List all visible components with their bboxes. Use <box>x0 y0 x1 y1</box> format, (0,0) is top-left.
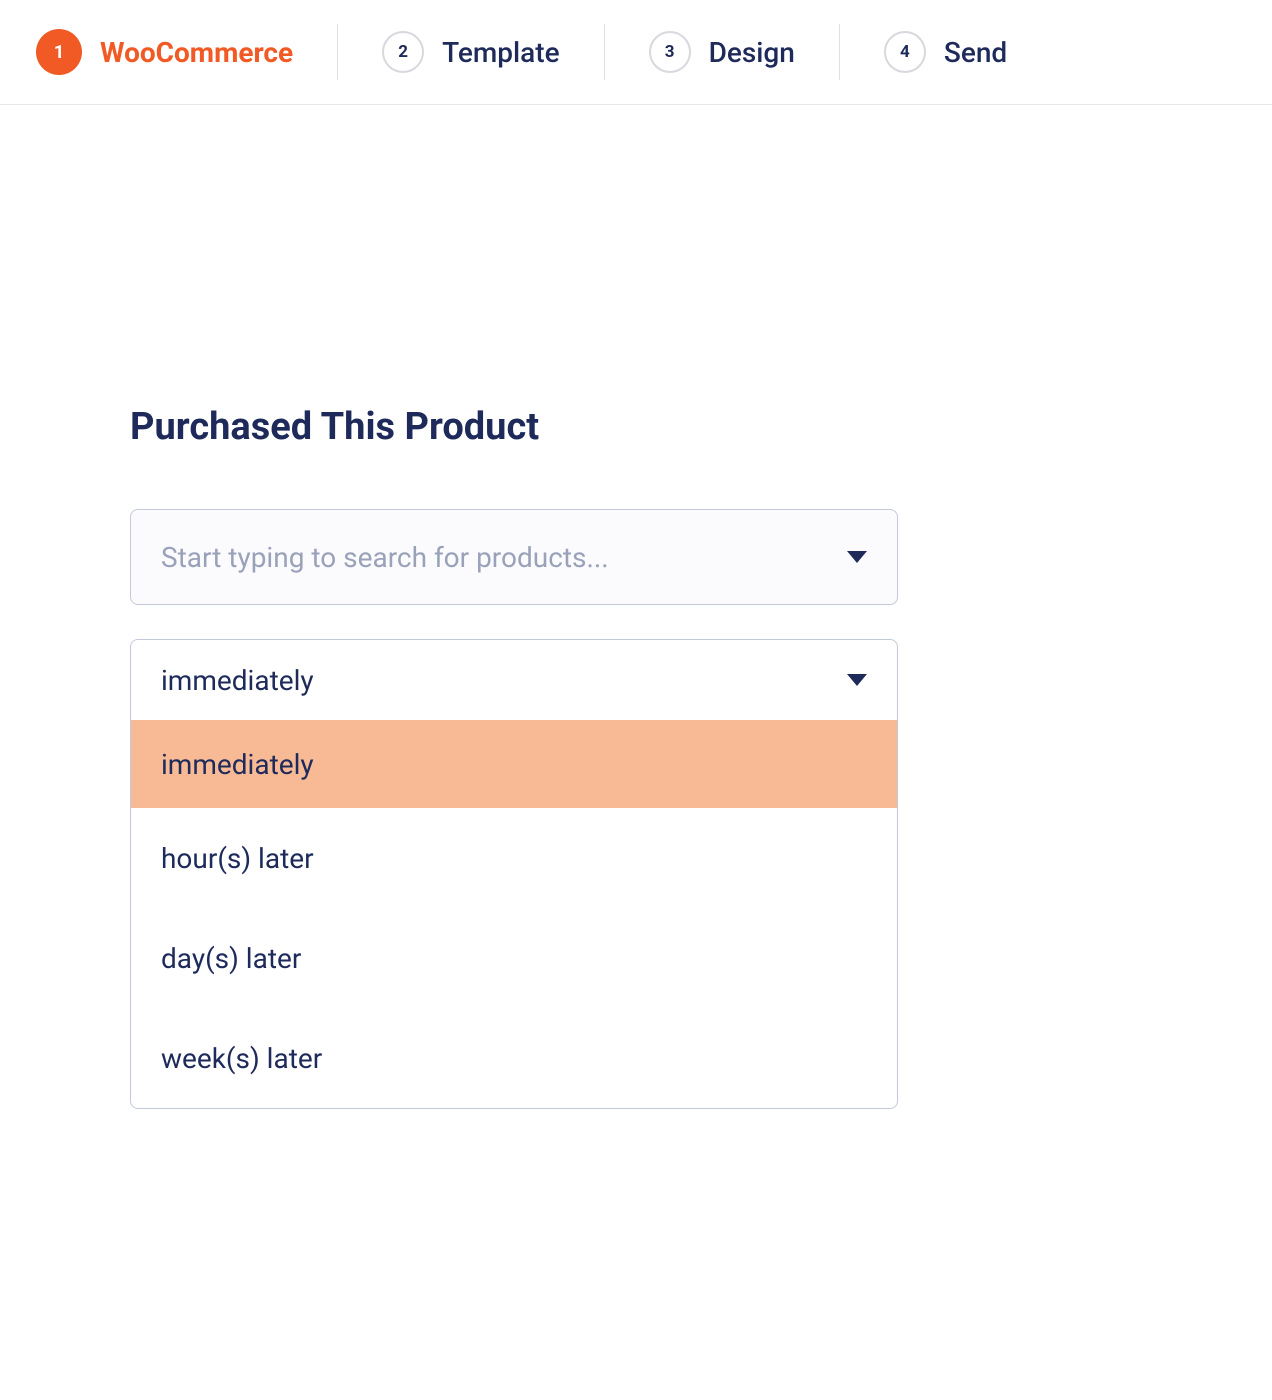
step-number-3: 3 <box>649 31 691 73</box>
product-search-input[interactable]: Start typing to search for products... <box>130 509 898 605</box>
timing-option-hours[interactable]: hour(s) later <box>131 808 897 908</box>
timing-option-immediately[interactable]: immediately <box>131 720 897 808</box>
step-number-1: 1 <box>36 29 82 75</box>
step-woocommerce[interactable]: 1 WooCommerce <box>36 29 293 75</box>
step-number-2: 2 <box>382 31 424 73</box>
timing-option-weeks[interactable]: week(s) later <box>131 1008 897 1108</box>
timing-selected-text: immediately <box>161 664 314 697</box>
step-label-design: Design <box>709 36 795 69</box>
step-template[interactable]: 2 Template <box>382 31 559 73</box>
step-send[interactable]: 4 Send <box>884 31 1007 73</box>
step-design[interactable]: 3 Design <box>649 31 795 73</box>
step-divider <box>839 24 840 80</box>
step-label-send: Send <box>944 36 1007 69</box>
caret-down-icon <box>847 551 867 563</box>
search-placeholder: Start typing to search for products... <box>161 541 609 574</box>
timing-dropdown: immediately immediately hour(s) later da… <box>130 639 898 1109</box>
content-area: Purchased This Product Start typing to s… <box>0 105 1272 1109</box>
step-divider <box>337 24 338 80</box>
section-title: Purchased This Product <box>130 405 1142 449</box>
timing-dropdown-selected[interactable]: immediately <box>131 640 897 720</box>
step-number-4: 4 <box>884 31 926 73</box>
caret-down-icon <box>847 674 867 686</box>
step-divider <box>604 24 605 80</box>
step-label-woocommerce: WooCommerce <box>100 36 293 69</box>
stepper-nav: 1 WooCommerce 2 Template 3 Design 4 Send <box>0 0 1272 105</box>
timing-option-days[interactable]: day(s) later <box>131 908 897 1008</box>
step-label-template: Template <box>442 36 559 69</box>
